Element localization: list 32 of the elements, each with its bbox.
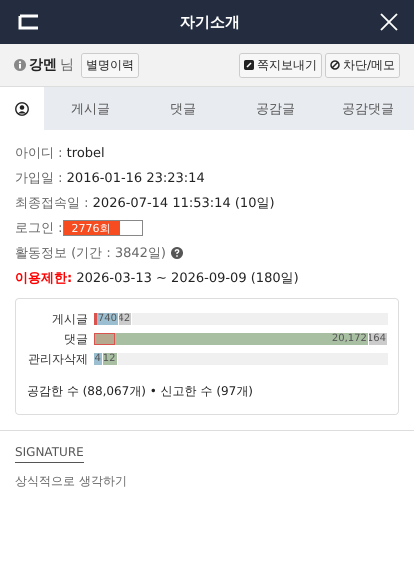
meter-fill: 2776회 <box>64 220 120 234</box>
back-icon[interactable] <box>18 14 40 30</box>
bar-label: 댓글 <box>63 330 89 348</box>
user-name: 강멘 <box>29 56 57 74</box>
signature-text: 상식적으로 생각하기 <box>15 473 128 490</box>
tab[interactable]: 공감댓글 <box>322 87 414 130</box>
login-label: 로그인 : <box>15 220 63 236</box>
signature-heading: SIGNATURE <box>15 445 84 463</box>
info-icon[interactable] <box>14 59 26 71</box>
help-icon[interactable] <box>171 246 184 258</box>
honorific: 님 <box>60 56 74 74</box>
close-icon[interactable] <box>380 13 398 31</box>
tab[interactable]: 공감글 <box>229 87 322 130</box>
summary-text: 공감한 수 (88,067개) • 신고한 수 (97개) <box>26 383 254 400</box>
block-memo-button[interactable]: 차단/메모 <box>324 52 400 78</box>
user-icon <box>15 102 29 116</box>
window-title: 자기소개 <box>180 12 240 32</box>
info-text: 아이디 : trobel <box>15 144 105 162</box>
pencil-icon <box>244 60 254 70</box>
bar-label: 관리자삭제 <box>27 350 89 368</box>
info-text: 최종접속일 : 2026-07-14 11:53:14 (10일) <box>15 194 275 212</box>
bar-label: 게시글 <box>51 310 89 328</box>
restriction-text: 이용제한: 2026-03-13 ~ 2026-09-09 (180일) <box>15 270 299 286</box>
tab[interactable]: 게시글 <box>44 87 136 130</box>
send-message-button[interactable]: 쪽지보내기 <box>238 52 322 78</box>
block-icon <box>330 60 340 70</box>
info-text: 가입일 : 2016-01-16 23:23:14 <box>15 170 205 186</box>
profile-tab[interactable] <box>0 87 44 130</box>
bar-segment: 4 <box>94 353 103 365</box>
activity-label: 활동정보 (기간 : 3842일) <box>15 244 166 262</box>
nickname-history-button[interactable]: 별명이력 <box>81 52 139 78</box>
tab[interactable]: 댓글 <box>136 87 229 130</box>
